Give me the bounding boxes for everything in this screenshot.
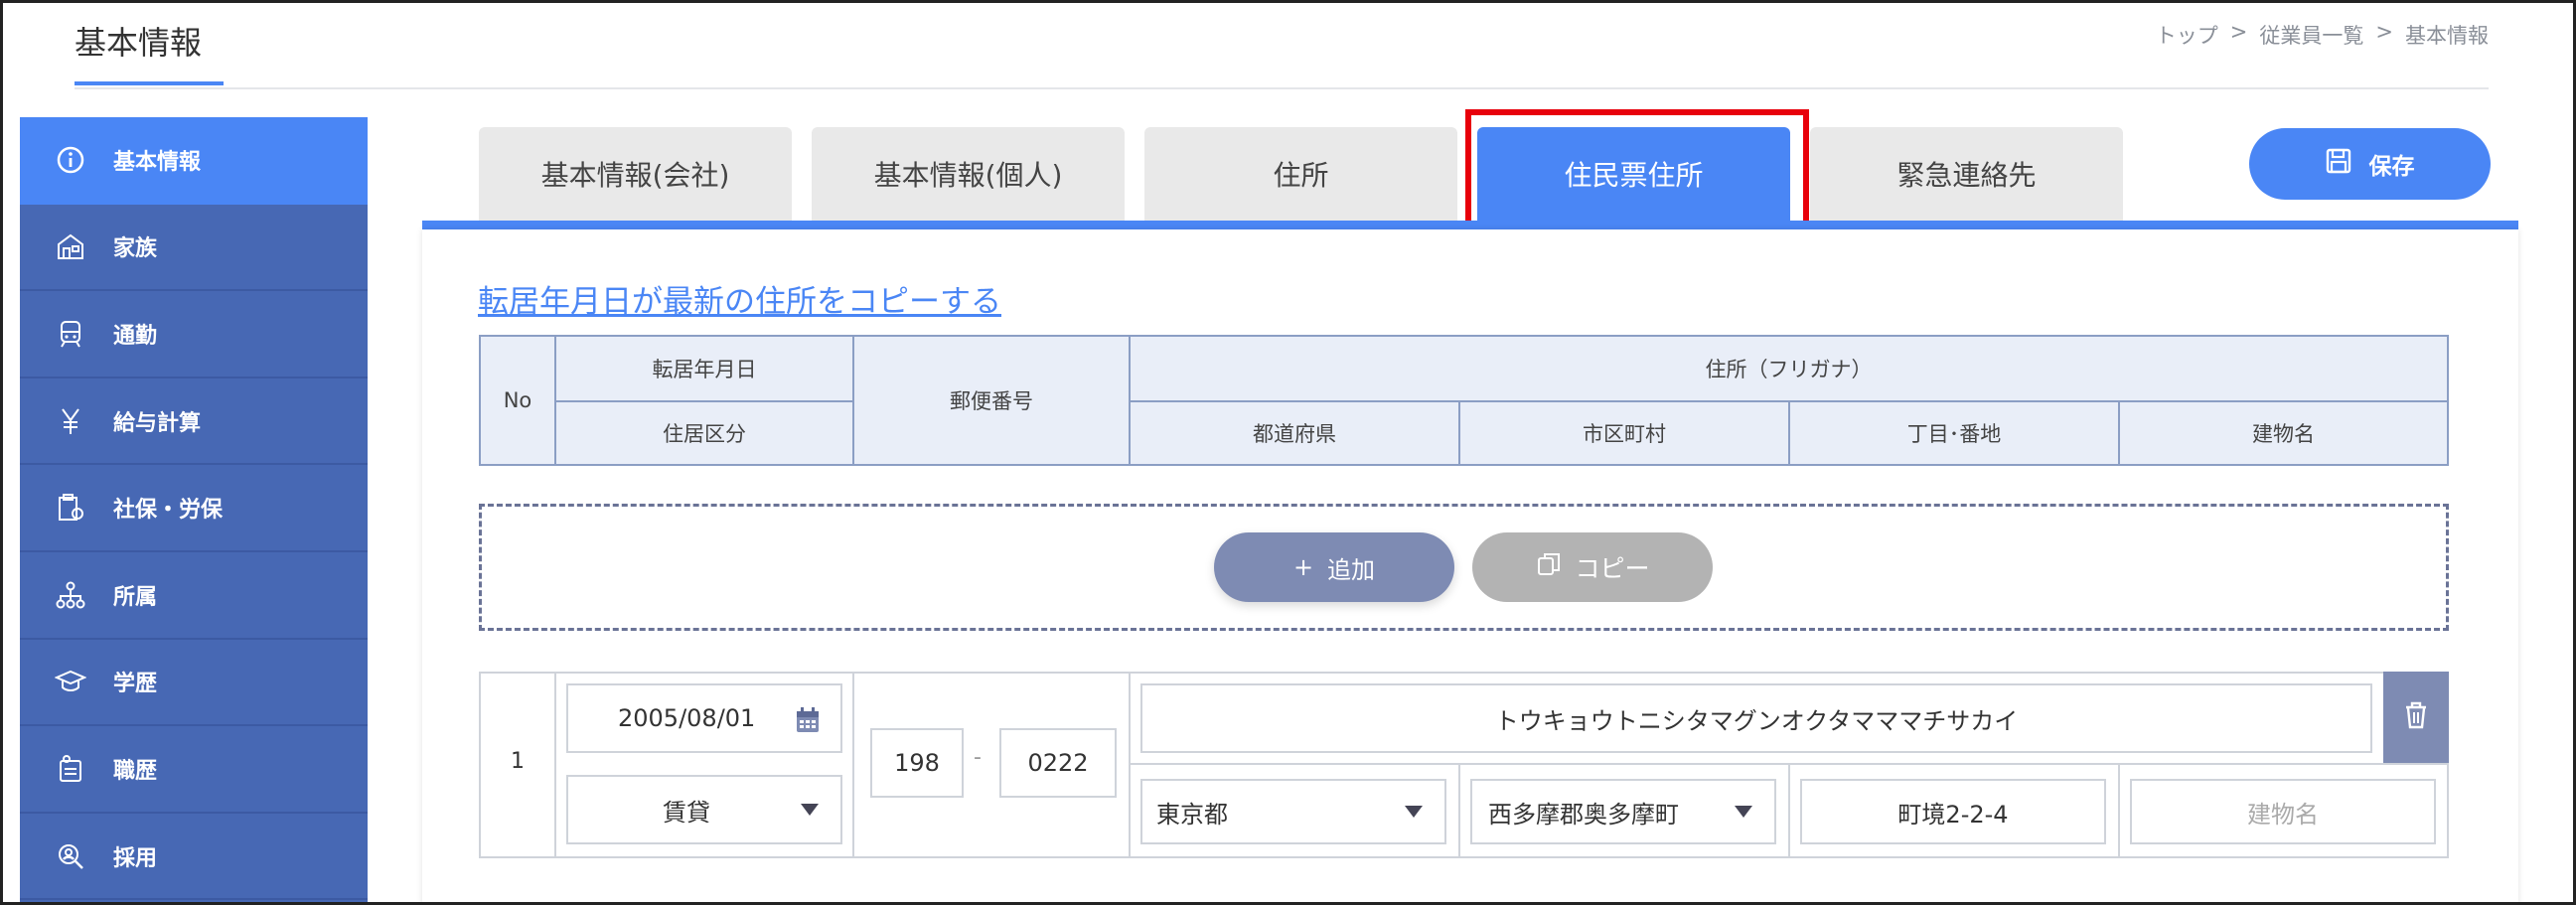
sidebar-item-label: 所属 [113, 584, 158, 610]
yen-icon [54, 404, 87, 438]
sidebar-item-label: 給与計算 [113, 410, 202, 436]
header-move-date: 転居年月日 [554, 335, 854, 402]
sidebar-item-payroll[interactable]: 給与計算 [20, 378, 368, 466]
address-kana-input[interactable]: トウキョウトニシタマグンオクタマママチサカイ [1140, 683, 2372, 753]
recruit-search-icon [54, 839, 87, 873]
breadcrumb-current: 基本情報 [2405, 24, 2489, 48]
sidebar-item-label: 社保・労保 [113, 498, 224, 524]
add-row-area [479, 504, 2449, 631]
copy-label: コピー [1575, 554, 1650, 583]
info-icon [54, 143, 87, 177]
header-building: 建物名 [2118, 400, 2449, 466]
graduation-cap-icon [54, 665, 87, 698]
sidebar-item-career[interactable]: 職歴 [20, 726, 368, 814]
plus-icon: + [1292, 553, 1314, 581]
block-value: 町境2-2-4 [1897, 800, 2009, 829]
title-underline [75, 81, 224, 85]
add-label: 追加 [1327, 555, 1376, 584]
page-title: 基本情報 [75, 24, 203, 62]
sidebar-item-affiliation[interactable]: 所属 [20, 552, 368, 640]
prefecture-value: 東京都 [1156, 800, 1228, 829]
address-kana-value: トウキョウトニシタマグンオクタマママチサカイ [1494, 706, 2019, 735]
move-date-input[interactable]: 2005/08/01 [566, 683, 842, 753]
header-residence-type: 住居区分 [554, 400, 854, 466]
save-label: 保存 [2368, 154, 2415, 180]
header-divider [75, 87, 2489, 89]
residence-type-value: 賃貸 [663, 798, 710, 827]
add-button[interactable]: + 追加 [1214, 532, 1454, 602]
chevron-down-icon [1735, 806, 1752, 818]
sidebar-item-basic-info[interactable]: 基本情報 [20, 117, 368, 205]
header-no: No [479, 335, 556, 466]
breadcrumb-separator: > [2229, 20, 2248, 44]
floppy-disk-icon [2326, 148, 2351, 180]
header-city: 市区町村 [1458, 400, 1790, 466]
house-icon [54, 229, 87, 263]
sidebar-item-family[interactable]: 家族 [20, 205, 368, 292]
building-input[interactable]: 建物名 [2130, 779, 2436, 844]
building-placeholder: 建物名 [2247, 800, 2319, 829]
tab-basic-info-personal[interactable]: 基本情報(個人) [812, 127, 1125, 221]
delete-row-button[interactable] [2383, 672, 2449, 763]
residence-type-select[interactable]: 賃貸 [566, 775, 842, 844]
sidebar-item-commute[interactable]: 通勤 [20, 291, 368, 378]
org-chart-icon [54, 578, 87, 612]
breadcrumb-employee-list-link[interactable]: 従業員一覧 [2259, 20, 2363, 50]
train-icon [54, 317, 87, 351]
sidebar-item-label: 家族 [113, 236, 158, 262]
sidebar-item-recruitment[interactable]: 採用 [20, 814, 368, 901]
prefecture-select[interactable]: 東京都 [1140, 779, 1446, 844]
header-block: 丁目･番地 [1788, 400, 2120, 466]
sidebar-item-label: 通勤 [113, 323, 158, 349]
city-value: 西多摩郡奥多摩町 [1488, 800, 1679, 829]
insurance-icon [54, 491, 87, 525]
sidebar-item-label: 学歴 [113, 672, 158, 697]
copy-button[interactable]: コピー [1472, 532, 1713, 602]
postal-code-1-value: 198 [894, 749, 940, 777]
sidebar-item-label: 採用 [113, 845, 158, 871]
chevron-down-icon [1405, 806, 1423, 818]
copy-icon [1535, 549, 1565, 585]
header-address-kana: 住所（フリガナ） [1129, 335, 2449, 402]
header-prefecture: 都道府県 [1129, 400, 1460, 466]
move-date-value: 2005/08/01 [618, 704, 756, 732]
header-postal-code: 郵便番号 [852, 335, 1131, 466]
career-icon [54, 752, 87, 786]
copy-latest-address-link[interactable]: 転居年月日が最新の住所をコピーする [478, 276, 1001, 321]
sidebar-item-education[interactable]: 学歴 [20, 640, 368, 727]
postal-code-1-input[interactable]: 198 [870, 728, 964, 798]
postal-separator: - [974, 745, 982, 770]
calendar-icon[interactable] [795, 706, 821, 740]
city-select[interactable]: 西多摩郡奥多摩町 [1470, 779, 1776, 844]
trash-icon [2403, 700, 2429, 734]
breadcrumb: トップ > 従業員一覧 > 基本情報 [2156, 20, 2489, 50]
save-button[interactable]: 保存 [2249, 128, 2491, 200]
tab-emergency-contact[interactable]: 緊急連絡先 [1810, 127, 2123, 221]
breadcrumb-top-link[interactable]: トップ [2156, 20, 2218, 50]
breadcrumb-separator: > [2375, 20, 2393, 44]
tab-resident-address[interactable]: 住民票住所 [1477, 127, 1790, 221]
chevron-down-icon [801, 804, 819, 816]
sidebar: 基本情報 家族 通勤 給与計算 社保・労保 所属 学歴 職歴 採用 [20, 117, 368, 905]
tab-basic-info-company[interactable]: 基本情報(会社) [479, 127, 792, 221]
tab-address[interactable]: 住所 [1144, 127, 1457, 221]
block-input[interactable]: 町境2-2-4 [1800, 779, 2106, 844]
postal-code-2-input[interactable]: 0222 [999, 728, 1117, 798]
postal-code-2-value: 0222 [1027, 749, 1089, 777]
sidebar-item-insurance[interactable]: 社保・労保 [20, 465, 368, 552]
sidebar-item-label: 基本情報 [113, 149, 202, 175]
sidebar-item-label: 職歴 [113, 758, 158, 784]
row-number: 1 [511, 749, 525, 774]
panel-top-bar [422, 221, 2518, 229]
